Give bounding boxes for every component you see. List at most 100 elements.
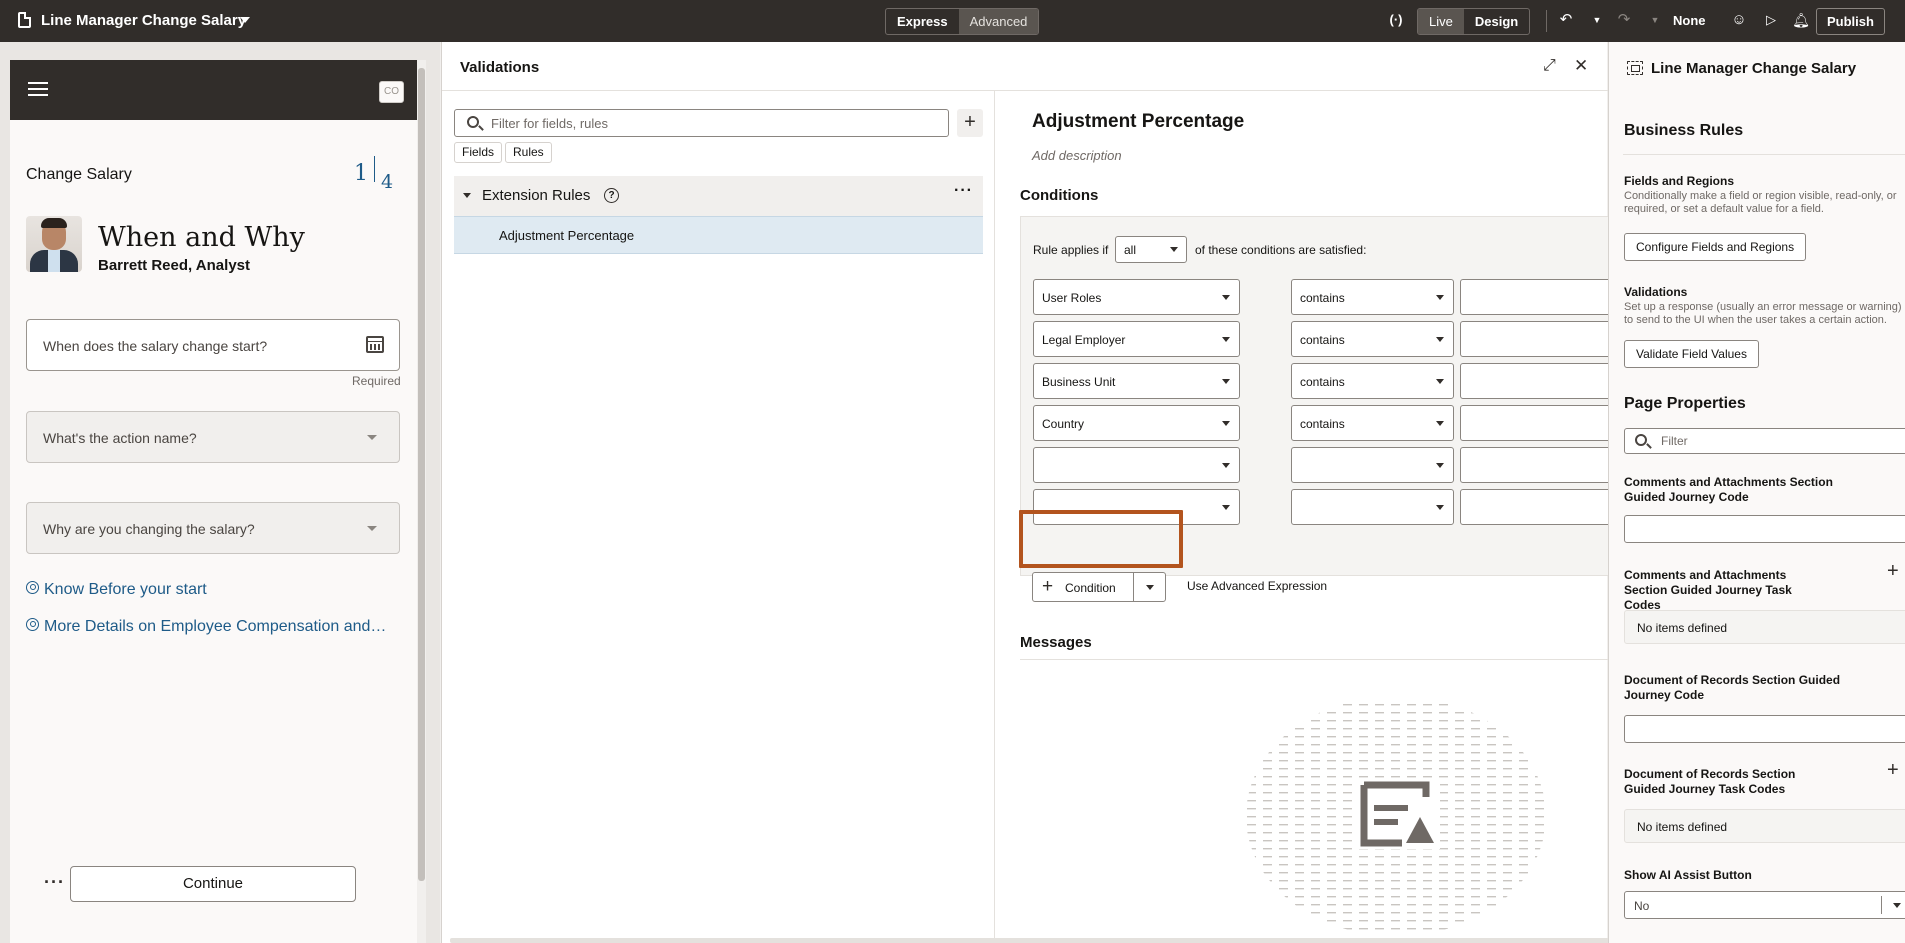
empty-messages-illustration (1246, 701, 1546, 936)
validations-panel: Validations ⤢ ✕ Filter for fields, rules… (441, 42, 1610, 943)
salary-change-date-field[interactable]: When does the salary change start? (26, 319, 400, 371)
link-icon (26, 581, 39, 594)
continue-button[interactable]: Continue (70, 866, 356, 902)
rule-item-label: Adjustment Percentage (499, 228, 635, 243)
action-name-label: What's the action name? (43, 430, 197, 446)
validations-title: Validations (460, 59, 540, 76)
compensation-details-link[interactable]: More Details on Employee Compensation an… (26, 618, 386, 636)
bell-icon[interactable]: 🔔︎ (1791, 10, 1811, 30)
add-item-icon[interactable]: + (1887, 560, 1899, 583)
fields-regions-description: Conditionally make a field or region vis… (1624, 190, 1897, 215)
preview-device: CO Change Salary 14 When and Why Barrett… (10, 60, 417, 943)
employee-name: Barrett Reed, Analyst (98, 257, 250, 274)
extension-rules-group[interactable]: Extension Rules ? ··· (454, 176, 983, 216)
add-rule-button[interactable]: + (957, 109, 983, 137)
condition-field-select[interactable] (1033, 447, 1240, 483)
add-condition-menu-icon[interactable] (1146, 585, 1154, 590)
expression-icon[interactable]: (·) (1386, 10, 1406, 30)
step-heading: When and Why (98, 222, 305, 253)
condition-value-input[interactable] (1460, 363, 1608, 399)
help-icon[interactable]: ? (604, 188, 619, 203)
expand-icon[interactable]: ⤢ (1543, 58, 1557, 74)
rules-filter-input[interactable]: Filter for fields, rules (454, 109, 949, 137)
rule-title[interactable]: Adjustment Percentage (1032, 111, 1244, 133)
condition-operator-select[interactable]: contains (1291, 279, 1454, 315)
more-options-icon[interactable]: ··· (954, 182, 973, 200)
business-rules-heading: Business Rules (1624, 122, 1744, 139)
preview-header: CO (10, 60, 417, 120)
top-toolbar: Line Manager Change Salary Express Advan… (0, 0, 1905, 42)
undo-menu-icon[interactable]: ▼ (1587, 10, 1607, 30)
properties-filter-input[interactable]: Filter (1624, 428, 1905, 454)
add-condition-button[interactable]: + Condition (1032, 572, 1166, 602)
toolbar-divider (1546, 10, 1547, 32)
add-item-icon[interactable]: + (1887, 759, 1899, 782)
action-name-select[interactable]: What's the action name? (26, 411, 400, 463)
date-placeholder: When does the salary change start? (43, 338, 268, 354)
condition-value-input[interactable] (1460, 279, 1608, 315)
rule-description[interactable]: Add description (1032, 148, 1122, 163)
view-toggle: Live Design (1417, 8, 1531, 35)
title-dropdown-icon[interactable] (240, 17, 250, 23)
calendar-icon[interactable] (366, 336, 384, 353)
prop-document-task-codes-label: Document of Records Section Guided Journ… (1624, 767, 1796, 796)
horizontal-scrollbar[interactable] (450, 938, 1610, 943)
close-icon[interactable]: ✕ (1574, 56, 1588, 76)
app-title[interactable]: Line Manager Change Salary (41, 12, 246, 29)
more-actions-icon[interactable]: ··· (44, 872, 65, 893)
view-design-button[interactable]: Design (1464, 9, 1529, 34)
fields-filter-chip[interactable]: Fields (454, 142, 503, 163)
step-current: 1 (354, 161, 368, 186)
condition-field-select[interactable]: User Roles (1033, 279, 1240, 315)
condition-operator-select[interactable] (1291, 447, 1454, 483)
play-icon[interactable]: ▷ (1761, 10, 1781, 30)
advanced-expression-link[interactable]: Use Advanced Expression (1187, 579, 1327, 593)
validations-heading: Validations (1624, 285, 1688, 299)
required-label: Required (352, 374, 401, 388)
redo-menu-icon[interactable]: ▼ (1645, 10, 1665, 30)
ai-assist-select[interactable]: No (1624, 891, 1905, 919)
condition-field-select[interactable]: Country (1033, 405, 1240, 441)
condition-field-select[interactable]: Business Unit (1033, 363, 1240, 399)
publish-button[interactable]: Publish (1816, 8, 1885, 35)
document-icon (18, 12, 31, 28)
condition-value-input[interactable] (1460, 447, 1608, 483)
view-live-button[interactable]: Live (1418, 9, 1464, 34)
match-mode-select[interactable]: all (1115, 236, 1187, 263)
condition-field-select[interactable]: Legal Employer (1033, 321, 1240, 357)
mode-express-button[interactable]: Express (886, 9, 959, 34)
user-avatar[interactable]: CO (379, 81, 404, 103)
smiley-icon[interactable]: ☺ (1729, 10, 1749, 30)
focus-highlight (1019, 510, 1183, 568)
preview-scrollbar[interactable] (417, 60, 426, 943)
redo-icon[interactable]: ↷ (1614, 10, 1634, 30)
condition-operator-select[interactable]: contains (1291, 321, 1454, 357)
comments-code-input[interactable] (1624, 515, 1905, 543)
collapse-icon[interactable] (463, 193, 471, 198)
search-icon (1635, 434, 1647, 446)
condition-value-input[interactable] (1460, 405, 1608, 441)
diff-selector[interactable]: None (1673, 13, 1706, 28)
condition-value-input[interactable] (1460, 321, 1608, 357)
condition-operator-select[interactable]: contains (1291, 363, 1454, 399)
rules-filter-chip[interactable]: Rules (505, 142, 552, 163)
condition-operator-select[interactable] (1291, 489, 1454, 525)
prop-comments-code-label: Comments and Attachments Section Guided … (1624, 475, 1833, 504)
validate-field-values-button[interactable]: Validate Field Values (1624, 340, 1759, 368)
condition-operator-select[interactable]: contains (1291, 405, 1454, 441)
reason-select[interactable]: Why are you changing the salary? (26, 502, 400, 554)
properties-panel: Line Manager Change Salary Business Rule… (1608, 42, 1905, 943)
rule-list-item[interactable]: Adjustment Percentage (454, 216, 983, 254)
messages-divider (1020, 659, 1608, 660)
configure-fields-button[interactable]: Configure Fields and Regions (1624, 233, 1807, 261)
condition-value-input[interactable] (1460, 489, 1608, 525)
chevron-down-icon (1170, 247, 1178, 252)
prop-document-code-label: Document of Records Section Guided Journ… (1624, 673, 1841, 702)
mode-advanced-button[interactable]: Advanced (958, 9, 1039, 34)
know-before-link[interactable]: Know Before your start (26, 581, 207, 599)
document-code-input[interactable] (1624, 715, 1905, 743)
mode-toggle: Express Advanced (885, 8, 1040, 35)
undo-icon[interactable]: ↶ (1556, 10, 1576, 30)
properties-title: Line Manager Change Salary (1651, 60, 1857, 77)
hamburger-menu-icon[interactable] (28, 82, 48, 96)
